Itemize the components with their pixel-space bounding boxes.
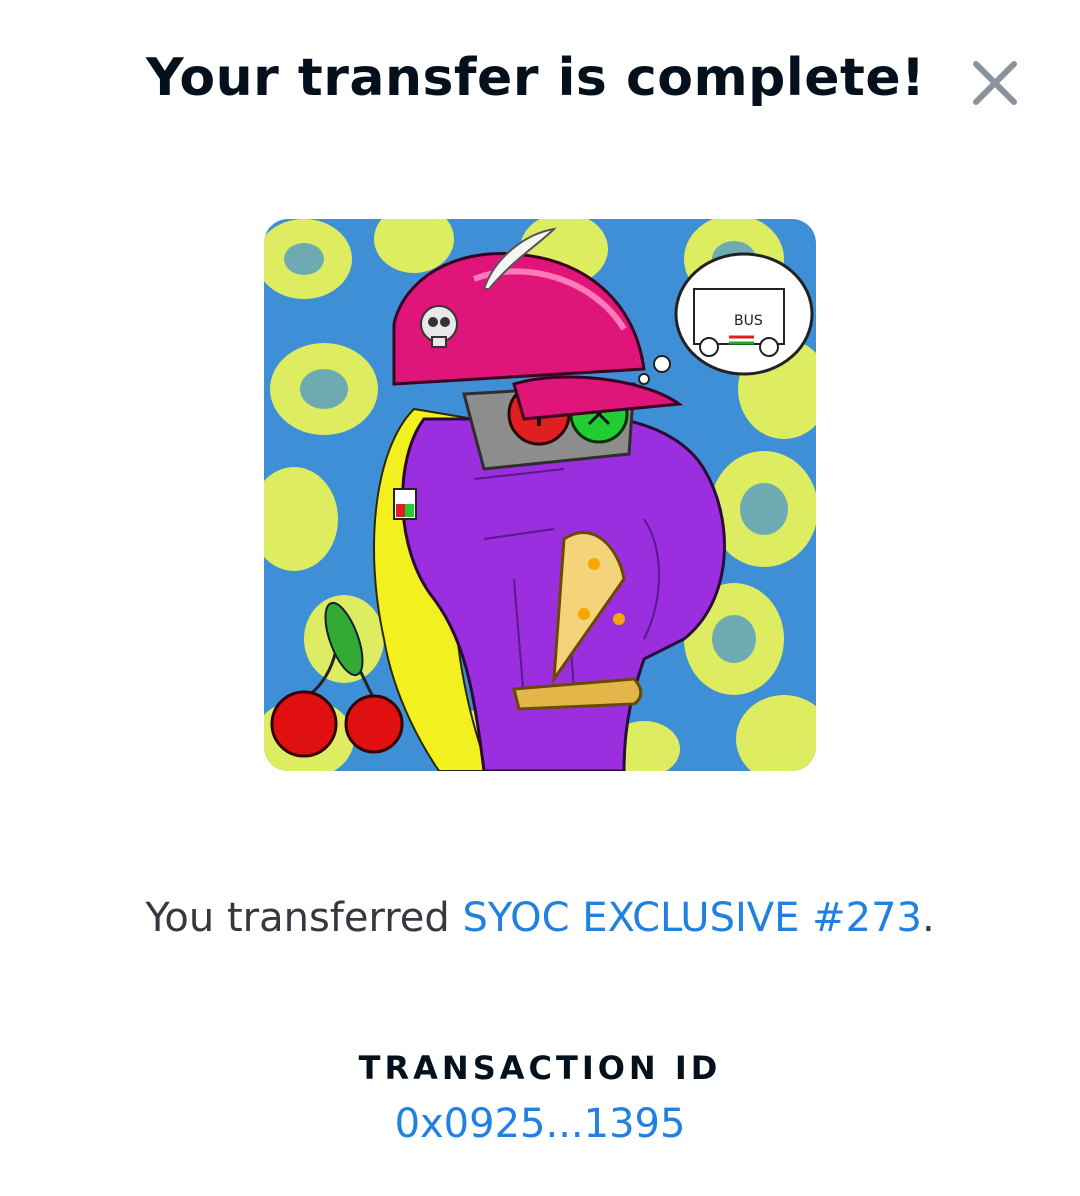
message-suffix: . xyxy=(921,895,935,941)
nft-image: BUS xyxy=(264,219,816,771)
transaction-id-label: TRANSACTION ID xyxy=(358,1049,722,1087)
nft-name-link[interactable]: SYOC EXCLUSIVE #273 xyxy=(463,895,922,941)
close-button[interactable] xyxy=(962,50,1028,116)
message-prefix: You transferred xyxy=(145,895,463,941)
transfer-message: You transferred SYOC EXCLUSIVE #273. xyxy=(0,888,1080,948)
thought-text: BUS xyxy=(734,313,763,329)
close-icon[interactable] xyxy=(962,50,1028,116)
nft-artwork: BUS xyxy=(264,219,816,771)
transaction-id-link[interactable]: 0x0925...1395 xyxy=(0,1098,1080,1150)
transfer-complete-dialog: Your transfer is complete! BUS You trans… xyxy=(0,0,1080,1196)
dialog-title: Your transfer is complete! xyxy=(146,48,926,108)
